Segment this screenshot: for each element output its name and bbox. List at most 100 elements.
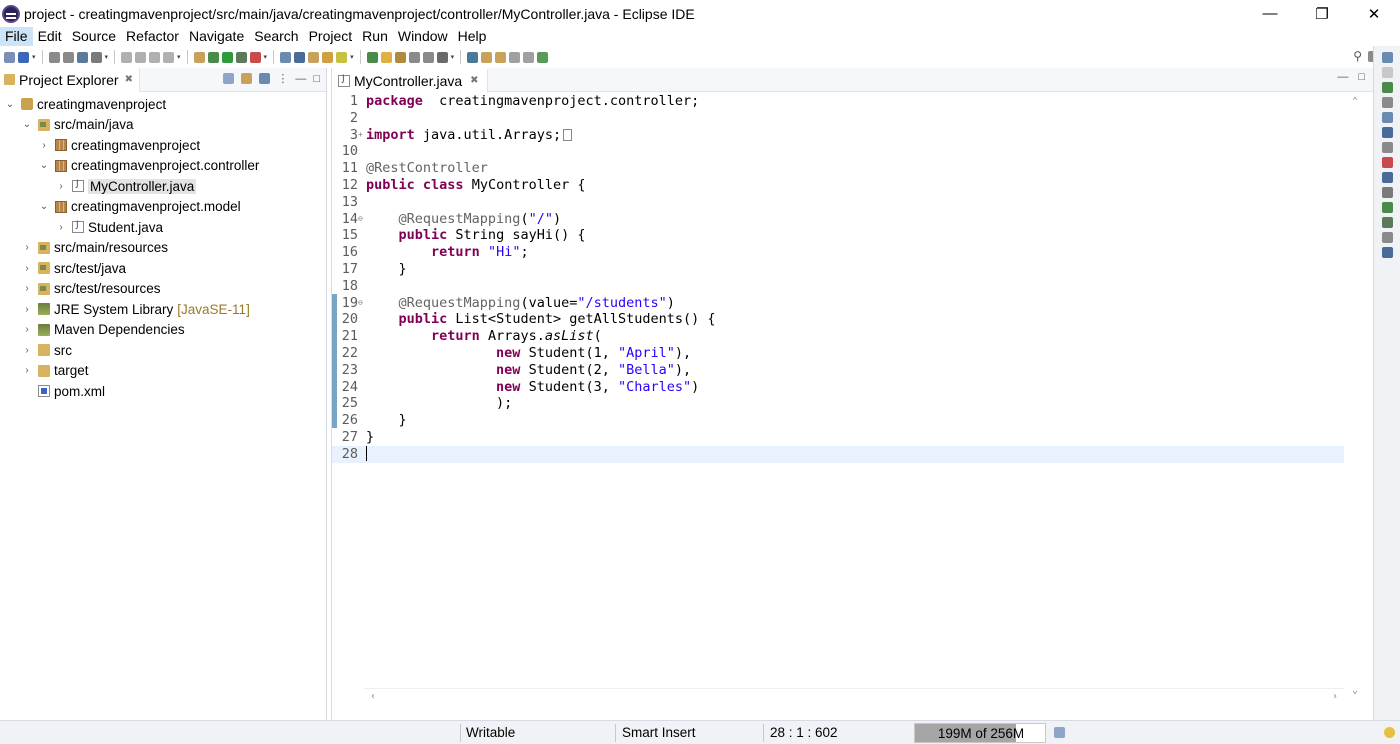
resume-icon[interactable] [121, 51, 133, 63]
code-line[interactable]: 16 return "Hi"; [332, 244, 1344, 261]
scroll-left-icon[interactable]: ‹ [370, 691, 376, 702]
dropdown-arrow-icon[interactable]: ▾ [32, 53, 36, 61]
block-selection-icon[interactable] [394, 51, 406, 63]
chevron-right-icon[interactable]: › [21, 263, 33, 274]
print-icon[interactable] [48, 51, 60, 63]
new-package-icon[interactable] [294, 51, 306, 63]
maximize-view-icon[interactable]: □ [313, 73, 320, 85]
minimize-view-icon[interactable]: — [295, 73, 306, 85]
code-line[interactable]: 11 @RestController [332, 160, 1344, 177]
code-line[interactable]: 22 new Student(1, "April"), [332, 345, 1344, 362]
dropdown-arrow-icon[interactable]: ▾ [451, 53, 455, 61]
tree-item[interactable]: ⌄ creatingmavenproject.controller [0, 156, 326, 177]
dropdown-arrow-icon[interactable]: ▾ [264, 53, 268, 61]
chevron-right-icon[interactable]: › [21, 365, 33, 376]
toggle-breadcrumb-icon[interactable] [436, 51, 448, 63]
disconnect-icon[interactable] [163, 51, 175, 63]
tree-item[interactable]: › Student.java [0, 217, 326, 238]
declaration-icon[interactable] [1381, 157, 1393, 168]
chevron-right-icon[interactable]: › [21, 283, 33, 294]
menu-project[interactable]: Project [304, 27, 358, 46]
horizontal-scrollbar[interactable]: ‹ › [364, 688, 1344, 704]
heap-status[interactable]: 199M of 256M [914, 723, 1046, 743]
terminal-view-icon[interactable] [1381, 247, 1393, 258]
chevron-right-icon[interactable]: › [38, 140, 50, 151]
forward-icon[interactable] [523, 51, 535, 63]
dropdown-arrow-icon[interactable]: ▾ [105, 53, 109, 61]
task-list-icon[interactable] [1381, 82, 1393, 93]
code-line[interactable]: 24 new Student(3, "Charles") [332, 379, 1344, 396]
menu-run[interactable]: Run [357, 27, 393, 46]
collapse-all-icon[interactable] [223, 73, 235, 84]
collapse-fold-icon[interactable]: ⊖ [358, 211, 364, 228]
new-java-project-icon[interactable] [280, 51, 292, 63]
code-line[interactable]: 10 [332, 143, 1344, 160]
close-button[interactable]: ✕ [1348, 0, 1400, 27]
tree-item[interactable]: › src/test/java [0, 258, 326, 279]
minimize-stack-icon[interactable] [1381, 97, 1393, 108]
external-tools-icon[interactable] [249, 51, 261, 63]
dropdown-arrow-icon[interactable]: ▾ [350, 53, 354, 61]
vertical-scrollbar[interactable]: ⌃ ⌄ [1348, 96, 1362, 696]
gradle-tasks-icon[interactable] [1381, 217, 1393, 228]
console-icon[interactable] [1381, 172, 1393, 183]
view-menu-icon[interactable]: ⋮ [277, 72, 288, 85]
tree-item[interactable]: › target [0, 361, 326, 382]
save-icon[interactable] [18, 51, 29, 63]
menu-edit[interactable]: Edit [33, 27, 67, 46]
chevron-right-icon[interactable]: › [21, 345, 33, 356]
menu-file[interactable]: File [0, 27, 33, 46]
minimize-button[interactable]: — [1244, 0, 1296, 27]
suspend-icon[interactable] [135, 51, 147, 63]
garbage-collect-icon[interactable] [1054, 727, 1065, 738]
expand-fold-icon[interactable]: + [358, 127, 364, 144]
chevron-right-icon[interactable]: › [55, 222, 67, 233]
previous-annotation-icon[interactable] [481, 51, 493, 63]
code-editor[interactable]: 1 package creatingmavenproject.controller… [332, 92, 1374, 704]
coverage-icon[interactable] [235, 51, 247, 63]
code-line[interactable]: 28 [332, 445, 1344, 463]
restore-stack-icon[interactable] [1381, 112, 1393, 123]
open-task-icon[interactable] [336, 51, 348, 63]
restore-button[interactable]: ❐ [1296, 0, 1348, 27]
code-line[interactable]: 27} [332, 429, 1344, 446]
pin-editor-icon[interactable] [537, 51, 549, 63]
tree-item[interactable]: › JRE System Library [JavaSE-11] [0, 299, 326, 320]
search-icon[interactable] [366, 51, 378, 63]
show-whitespace-icon[interactable] [408, 51, 420, 63]
code-line[interactable]: 13 [332, 194, 1344, 211]
tree-item[interactable]: ⌄ src/main/java [0, 115, 326, 136]
filter-icon[interactable] [259, 73, 271, 84]
back-icon[interactable] [509, 51, 521, 63]
tab-mycontroller-java[interactable]: MyController.java ✖ [332, 67, 488, 92]
progress-icon[interactable] [1381, 187, 1393, 198]
chevron-right-icon[interactable]: › [21, 242, 33, 253]
search-icon[interactable]: ⚲ [1353, 49, 1362, 63]
scroll-up-icon[interactable]: ⌃ [1352, 96, 1358, 107]
tree-item[interactable]: › MyController.java [0, 176, 326, 197]
tree-item[interactable]: ⌄ creatingmavenproject [0, 94, 326, 115]
chevron-down-icon[interactable]: ⌄ [21, 119, 33, 130]
code-line[interactable]: 17 } [332, 261, 1344, 278]
chevron-right-icon[interactable]: › [21, 304, 33, 315]
save-all-icon[interactable] [62, 51, 74, 63]
word-wrap-icon[interactable] [422, 51, 434, 63]
debug-icon[interactable] [207, 51, 219, 63]
new-class-icon[interactable] [308, 51, 320, 63]
code-line[interactable]: 3 + import java.util.Arrays; [332, 127, 1344, 144]
restore-view-icon[interactable] [1381, 52, 1393, 63]
close-icon[interactable]: ✖ [125, 74, 133, 85]
outline-icon[interactable] [1381, 67, 1393, 78]
chevron-right-icon[interactable]: › [21, 324, 33, 335]
tab-project-explorer[interactable]: Project Explorer ✖ [0, 67, 140, 92]
code-line[interactable]: 19 ⊖ @RequestMapping(value="/students") [332, 295, 1344, 312]
chevron-right-icon[interactable]: › [55, 181, 67, 192]
status-insert-mode[interactable]: Smart Insert [622, 721, 696, 744]
next-annotation-icon[interactable] [467, 51, 479, 63]
code-line[interactable]: 20 public List<Student> getAllStudents()… [332, 311, 1344, 328]
menu-refactor[interactable]: Refactor [121, 27, 184, 46]
menu-window[interactable]: Window [393, 27, 453, 46]
run-icon[interactable] [221, 51, 233, 63]
open-type-icon[interactable] [322, 51, 334, 63]
code-line[interactable]: 25 ); [332, 395, 1344, 412]
